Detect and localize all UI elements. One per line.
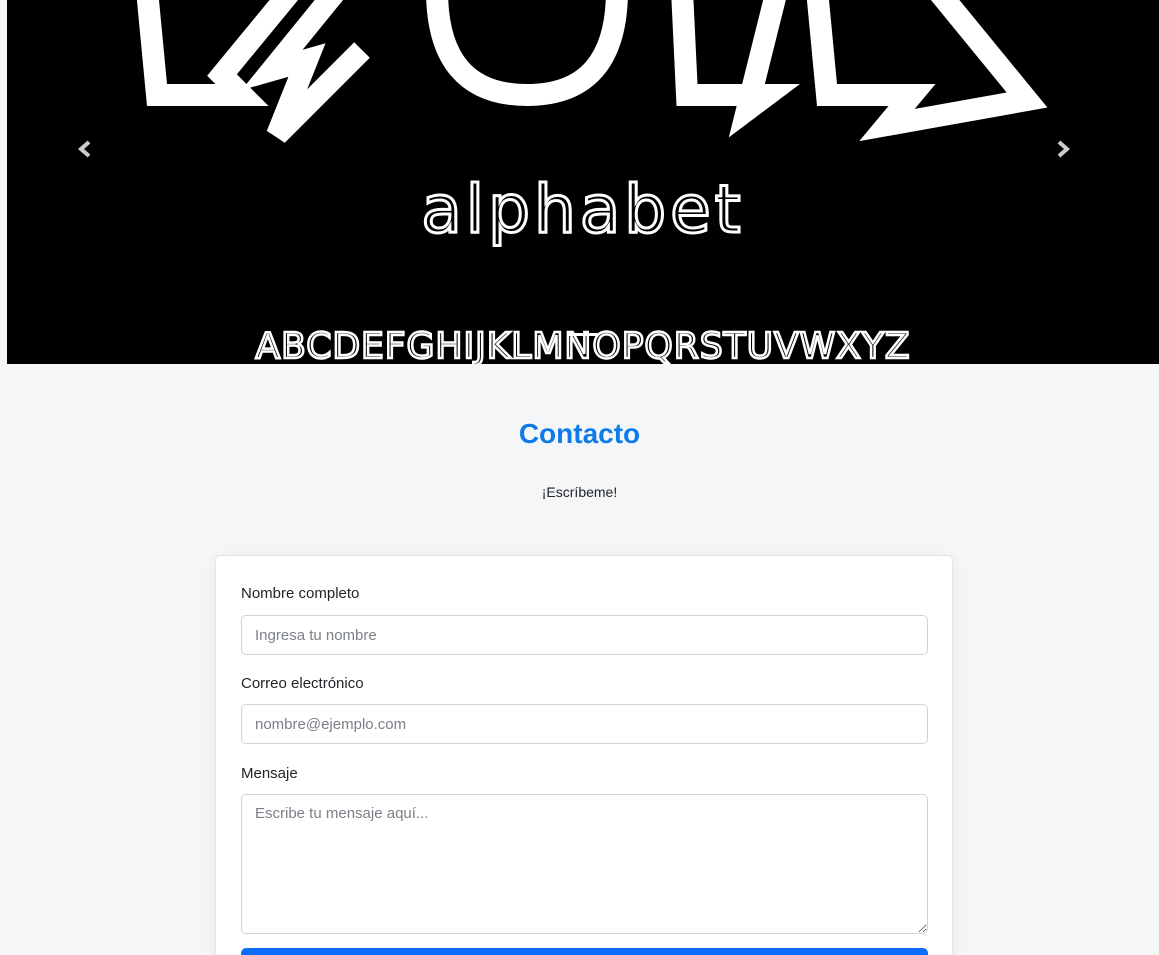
carousel-indicators (7, 333, 1159, 337)
page-title: Contacto (518, 418, 641, 449)
carousel-indicator[interactable] (568, 333, 598, 336)
banner-alphabet: ABCDEFGHIJKLMNOPQRSTUVWXYZ (256, 326, 911, 364)
page-subtitle: ¡Escríbeme! (541, 484, 618, 500)
name-input[interactable] (241, 615, 928, 655)
message-textarea[interactable] (241, 794, 928, 934)
banner-logo-letters (136, 0, 1048, 143)
message-label: Mensaje (241, 765, 298, 782)
chevron-right-icon (1057, 140, 1071, 158)
email-label: Correo electrónico (241, 675, 364, 692)
contact-form: Nombre completo Correo electrónico Mensa… (215, 555, 953, 955)
image-carousel: alphabet ABCDEFGHIJKLMNOPQRSTUVWXYZ (7, 0, 1159, 364)
carousel-prev-button[interactable] (77, 140, 111, 174)
banner-word: alphabet (421, 171, 744, 248)
email-input[interactable] (241, 704, 928, 744)
carousel-next-button[interactable] (1055, 140, 1089, 174)
name-label: Nombre completo (241, 585, 360, 602)
banner-image: alphabet ABCDEFGHIJKLMNOPQRSTUVWXYZ (136, 0, 1048, 364)
submit-button[interactable] (241, 948, 928, 955)
chevron-left-icon (77, 140, 91, 158)
